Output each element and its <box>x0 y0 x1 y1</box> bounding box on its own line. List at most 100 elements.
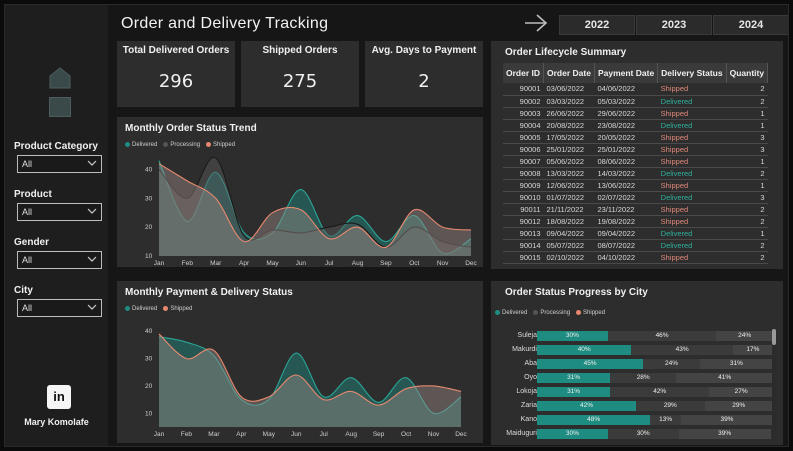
bar-segment-shipped[interactable]: 24% <box>716 331 773 341</box>
scrollbar-track[interactable] <box>772 329 776 441</box>
column-header-order-date[interactable]: Order Date <box>543 63 595 83</box>
legend-item-processing[interactable]: Processing <box>533 310 570 316</box>
table-cell: Delivered <box>657 119 727 132</box>
dropdown-value: All <box>22 303 33 313</box>
table-cell: 2 <box>726 203 768 216</box>
bar-segment-processing[interactable]: 43% <box>631 345 733 355</box>
year-button-2023[interactable]: 2023 <box>636 15 712 35</box>
city-label: Aba <box>524 360 537 367</box>
table-row[interactable]: 90009 12/06/2022 13/06/2022 Shipped 1 <box>503 179 768 192</box>
city-label: Maiduguri <box>506 430 537 437</box>
table-body: 90001 03/06/2022 04/06/2022 Shipped 2 90002 03… <box>503 83 768 264</box>
table-row[interactable]: 90004 20/08/2022 23/08/2022 Delivered 1 <box>503 119 768 132</box>
table-row[interactable]: 90001 03/06/2022 04/06/2022 Shipped 2 <box>503 83 768 96</box>
bar-segment-delivered[interactable]: 45% <box>537 359 644 369</box>
year-button-2024[interactable]: 2024 <box>713 15 788 35</box>
scrollbar-thumb[interactable] <box>772 329 776 345</box>
legend-dot-icon <box>495 310 500 315</box>
table-cell: 18/08/2022 <box>543 215 595 228</box>
table-cell: Shipped <box>657 143 727 156</box>
x-tick-label: Oct <box>401 431 411 438</box>
legend-dot-icon <box>533 310 539 315</box>
table-row[interactable]: 90003 26/06/2022 29/06/2022 Shipped 1 <box>503 107 768 120</box>
table-row[interactable]: 90010 01/07/2022 02/07/2022 Delivered 3 <box>503 191 768 204</box>
table-row[interactable]: 90007 05/06/2022 08/06/2022 Shipped 1 <box>503 155 768 168</box>
bar-segment-shipped[interactable]: 17% <box>732 345 773 355</box>
kpi-value: 275 <box>282 71 318 92</box>
x-tick-label: Dec <box>465 260 477 267</box>
column-header-payment-date[interactable]: Payment Date <box>594 63 659 83</box>
bar-segment-delivered[interactable]: 30% <box>537 331 608 341</box>
city-label: Suleja <box>517 332 537 339</box>
table-cell: Delivered <box>657 191 727 204</box>
order-lifecycle-panel: Order Lifecycle Summary Order ID Order Da… <box>491 41 783 269</box>
table-row[interactable]: 90005 17/05/2022 20/05/2022 Shipped 3 <box>503 131 768 144</box>
bar-segment-shipped[interactable]: 29% <box>704 401 773 411</box>
lifecycle-table: Order ID Order Date Payment Date Delivery S… <box>503 63 769 264</box>
table-row[interactable]: 90013 09/04/2022 09/04/2022 Delivered 1 <box>503 227 768 240</box>
page-icon[interactable] <box>49 97 71 117</box>
table-row[interactable]: 90008 13/03/2022 14/03/2022 Delivered 2 <box>503 167 768 180</box>
legend-item-shipped[interactable]: Shipped <box>576 310 605 316</box>
bar-segment-delivered[interactable]: 42% <box>537 401 637 411</box>
x-tick-label: Apr <box>239 260 250 267</box>
city-dropdown[interactable]: All <box>17 299 102 317</box>
bar-segment-shipped[interactable]: 39% <box>680 415 773 425</box>
table-row[interactable]: 90006 25/01/2022 25/01/2022 Shipped 3 <box>503 143 768 156</box>
x-tick-label: Jun <box>296 260 307 267</box>
bar-segment-processing[interactable]: 28% <box>610 373 677 383</box>
table-cell: Delivered <box>657 227 727 240</box>
table-row[interactable]: 90014 05/07/2022 08/07/2022 Delivered 2 <box>503 239 768 252</box>
bar-segment-delivered[interactable]: 48% <box>537 415 651 425</box>
column-header-quantity[interactable]: Quantity <box>726 63 769 83</box>
y-tick-label: 20 <box>145 383 153 390</box>
bar-segment-shipped[interactable]: 39% <box>678 429 771 439</box>
legend-item-delivered[interactable]: Delivered <box>495 310 527 316</box>
city-row: Makurdi 40% 43% 17% <box>495 345 775 356</box>
bar-segment-delivered[interactable]: 40% <box>537 345 632 355</box>
column-header-delivery-status[interactable]: Delivery Status <box>657 63 727 83</box>
bar-segment-processing[interactable]: 30% <box>607 429 679 439</box>
bar-segment-delivered[interactable]: 31% <box>537 373 611 383</box>
bar-segment-processing[interactable]: 29% <box>636 401 705 411</box>
bar-segment-shipped[interactable]: 31% <box>699 359 773 369</box>
table-row[interactable]: 90011 21/11/2022 23/11/2022 Shipped 2 <box>503 203 768 216</box>
table-cell: 1 <box>726 107 768 120</box>
table-cell: Delivered <box>657 167 727 180</box>
bar-segment-processing[interactable]: 24% <box>643 359 700 369</box>
table-cell: 3 <box>726 131 768 144</box>
table-row[interactable]: 90012 18/08/2022 19/08/2022 Shipped 2 <box>503 215 768 228</box>
home-icon[interactable] <box>49 67 71 89</box>
table-cell: 04/06/2022 <box>594 83 658 96</box>
payment-delivery-panel: Monthly Payment & Delivery Status Delive… <box>117 281 483 443</box>
bar-segment-processing[interactable]: 13% <box>650 415 681 425</box>
author-name: Mary Komolafe <box>24 417 89 427</box>
linkedin-icon[interactable]: in <box>47 385 71 409</box>
arrow-right-icon[interactable] <box>523 13 549 33</box>
year-button-2022[interactable]: 2022 <box>559 15 635 35</box>
legend-label: Shipped <box>583 310 606 317</box>
x-tick-label: Nov <box>437 260 449 267</box>
product-label: Product <box>14 189 52 200</box>
table-cell: 12/06/2022 <box>543 179 595 192</box>
table-row[interactable]: 90015 02/10/2022 04/10/2022 Shipped 2 <box>503 251 768 264</box>
bar-segment-shipped[interactable]: 27% <box>709 387 773 397</box>
table-cell: 19/08/2022 <box>594 215 658 228</box>
kpi-value: 2 <box>418 71 430 92</box>
table-row[interactable]: 90002 03/03/2022 05/03/2022 Delivered 2 <box>503 95 768 108</box>
table-cell: 14/03/2022 <box>594 167 658 180</box>
y-tick-label: 40 <box>145 328 153 335</box>
bar-segment-shipped[interactable]: 41% <box>676 373 773 383</box>
table-cell: 13/06/2022 <box>594 179 658 192</box>
table-cell: 90004 <box>503 119 544 132</box>
bar-segment-processing[interactable]: 46% <box>607 331 717 341</box>
product-category-dropdown[interactable]: All <box>17 155 102 173</box>
product-category-label: Product Category <box>14 141 98 152</box>
bar-segment-delivered[interactable]: 31% <box>537 387 611 397</box>
gender-dropdown[interactable]: All <box>17 251 102 269</box>
bar-segment-delivered[interactable]: 30% <box>537 429 608 439</box>
bar-segment-processing[interactable]: 42% <box>610 387 710 397</box>
product-dropdown[interactable]: All <box>17 203 102 221</box>
x-tick-label: Jan <box>154 431 165 438</box>
column-header-order-id[interactable]: Order ID <box>503 63 545 83</box>
